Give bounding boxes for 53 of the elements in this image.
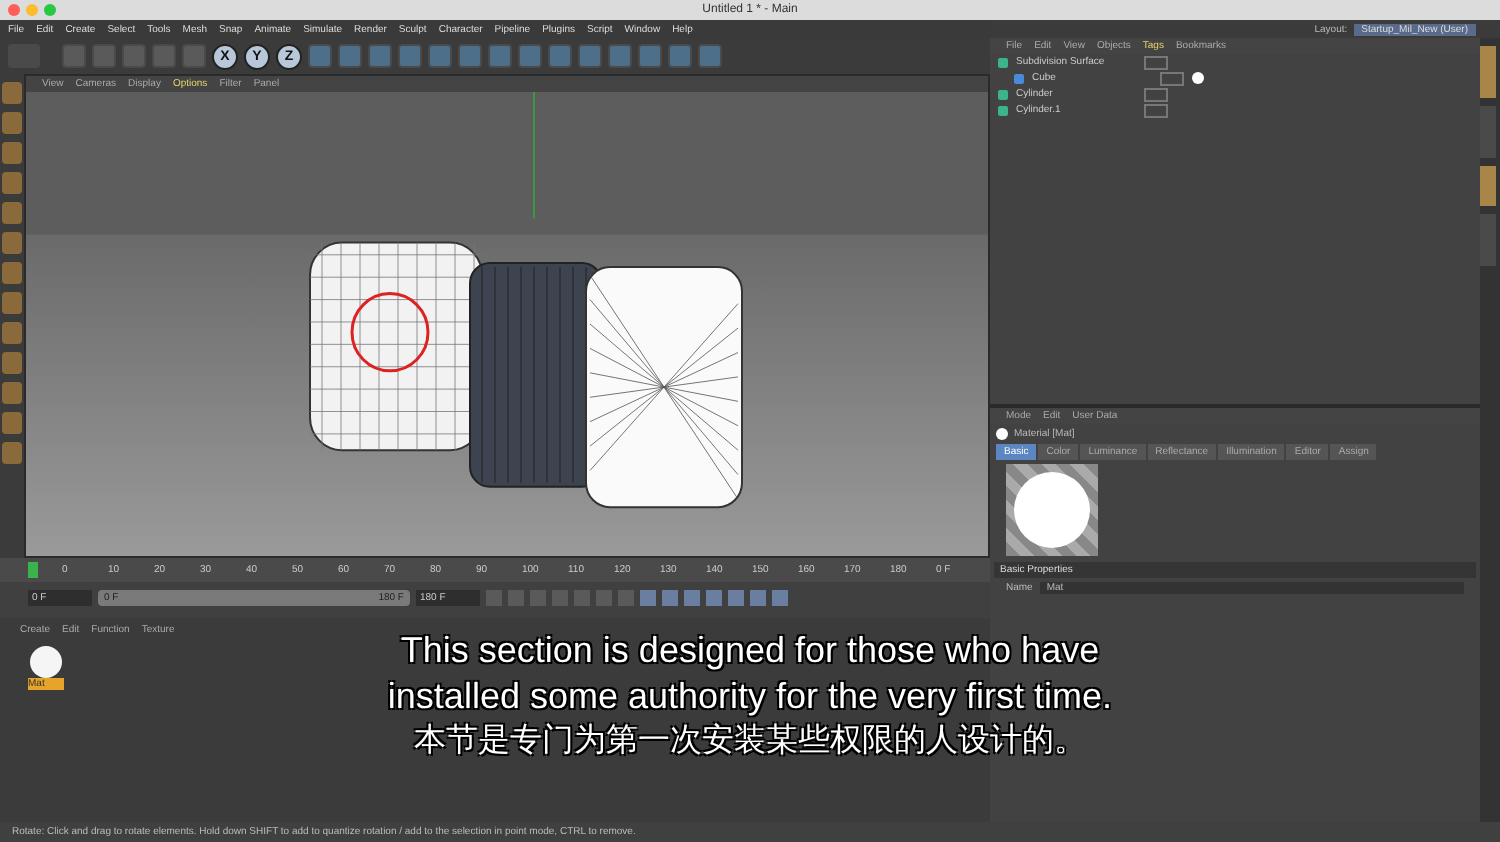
side-tab[interactable] xyxy=(1480,166,1496,206)
visibility-icon[interactable] xyxy=(1144,103,1168,117)
tool-icon[interactable] xyxy=(308,44,332,68)
tool-icon[interactable] xyxy=(92,44,116,68)
side-tab[interactable] xyxy=(1480,46,1496,98)
visibility-icon[interactable] xyxy=(1160,71,1184,85)
mode-icon[interactable] xyxy=(2,232,22,254)
mode-icon[interactable] xyxy=(2,112,22,134)
tool-icon[interactable] xyxy=(338,44,362,68)
zoom-icon[interactable] xyxy=(44,4,56,16)
mode-icon[interactable] xyxy=(2,292,22,314)
tool-icon[interactable] xyxy=(608,44,632,68)
tool-icon[interactable] xyxy=(398,44,422,68)
material-icon xyxy=(996,428,1008,440)
subtitle-line: 本节是专门为第一次安装某些权限的人设计的。 xyxy=(414,721,1086,762)
tool-icon[interactable] xyxy=(488,44,512,68)
subtitle-line: This section is designed for those who have xyxy=(400,628,1100,672)
mode-icon[interactable] xyxy=(2,262,22,284)
cube-mesh[interactable] xyxy=(309,241,483,452)
tool-icon[interactable] xyxy=(122,44,146,68)
tool-icon[interactable] xyxy=(458,44,482,68)
tool-icon[interactable] xyxy=(578,44,602,68)
material-preview xyxy=(1006,464,1098,556)
mode-icon[interactable] xyxy=(2,202,22,224)
close-icon[interactable] xyxy=(8,4,20,16)
minimize-icon[interactable] xyxy=(26,4,38,16)
tool-icon[interactable] xyxy=(638,44,662,68)
mode-icon[interactable] xyxy=(2,382,22,404)
mode-icon[interactable] xyxy=(2,322,22,344)
subtitle-line: installed some authority for the very first time. xyxy=(387,674,1113,718)
tool-icon[interactable] xyxy=(428,44,452,68)
selection-circle xyxy=(350,291,430,373)
tool-icon[interactable] xyxy=(368,44,392,68)
tool-icon[interactable] xyxy=(518,44,542,68)
axis-line xyxy=(533,92,535,219)
playhead[interactable] xyxy=(28,562,38,578)
material-tag-icon[interactable] xyxy=(1192,72,1204,84)
mode-icon[interactable] xyxy=(2,172,22,194)
tool-icon[interactable] xyxy=(668,44,692,68)
mode-icon[interactable] xyxy=(2,142,22,164)
cylinder-wireframe[interactable] xyxy=(585,266,743,509)
mode-icon[interactable] xyxy=(2,412,22,434)
material-preview xyxy=(30,646,62,678)
mode-icon[interactable] xyxy=(2,442,22,464)
tool-icon[interactable] xyxy=(62,44,86,68)
tool-icon[interactable] xyxy=(182,44,206,68)
mode-icon[interactable] xyxy=(2,82,22,104)
tool-icon[interactable] xyxy=(698,44,722,68)
tool-icon[interactable] xyxy=(548,44,572,68)
visibility-icon[interactable] xyxy=(1144,55,1168,69)
visibility-icon[interactable] xyxy=(1144,87,1168,101)
mode-icon[interactable] xyxy=(2,352,22,374)
tool-icon[interactable] xyxy=(152,44,176,68)
